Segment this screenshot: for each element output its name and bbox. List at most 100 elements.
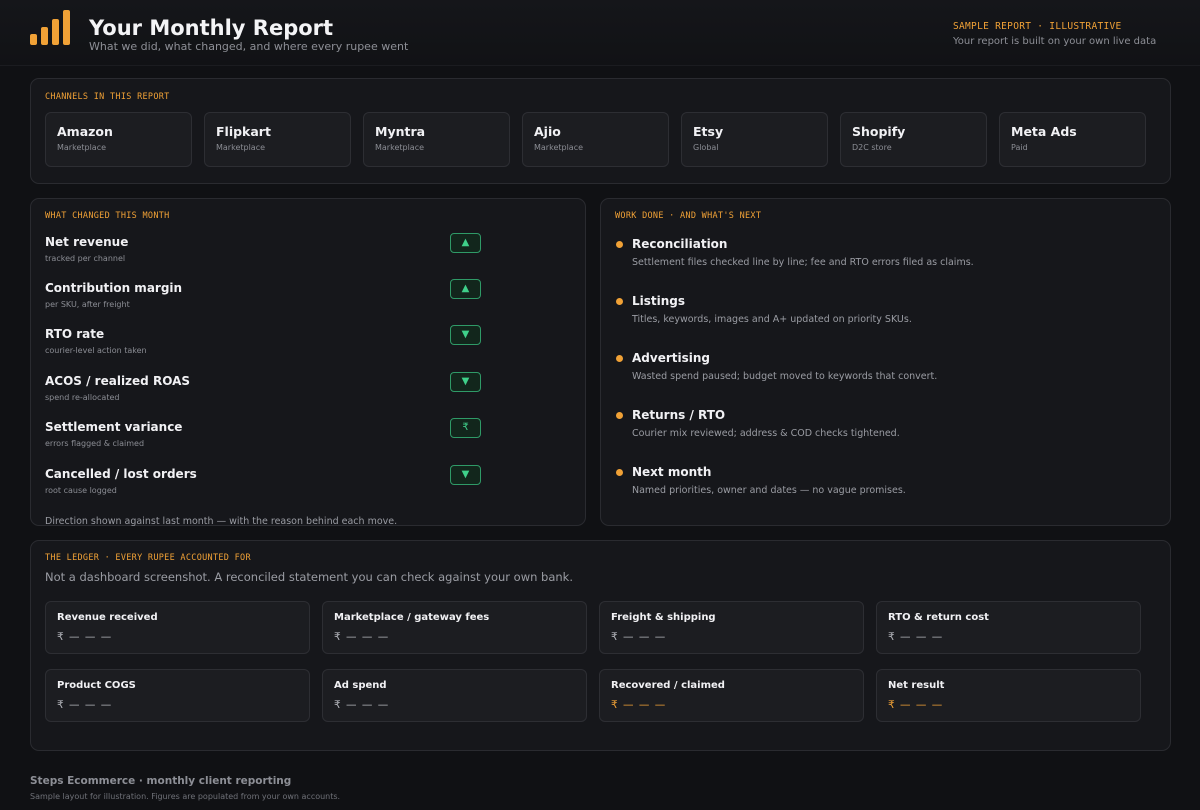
work-description: Settlement files checked line by line; f… [632, 257, 974, 268]
sample-report-note: Your report is built on your own live da… [953, 36, 1157, 47]
changes-panel: WHAT CHANGED THIS MONTH Net revenue trac… [30, 198, 586, 527]
change-item-contribution-margin: Contribution margin per SKU, after freig… [45, 279, 485, 317]
ledger-card-fees: Marketplace / gateway fees ₹ — — — [322, 601, 587, 654]
ledger-card-rto-return-cost: RTO & return cost ₹ — — — [876, 601, 1141, 654]
channel-type: Marketplace [375, 143, 425, 152]
ledger-label: Revenue received [57, 612, 158, 623]
channel-type: Marketplace [57, 143, 107, 152]
change-note: per SKU, after freight [45, 300, 130, 309]
work-item-reconciliation: Reconciliation Settlement files checked … [615, 237, 1155, 277]
arrow-up-icon: ▲ [450, 279, 481, 299]
ledger-label: RTO & return cost [888, 612, 989, 623]
ledger-heading: THE LEDGER · EVERY RUPEE ACCOUNTED FOR [45, 553, 251, 563]
ledger-grid: Revenue received ₹ — — — Marketplace / g… [45, 601, 1141, 722]
ledger-label: Marketplace / gateway fees [334, 612, 490, 623]
change-item-acos-roas: ACOS / realized ROAS spend re-allocated … [45, 372, 485, 410]
work-label: Listings [632, 294, 686, 308]
ledger-value: ₹ — — — [57, 631, 113, 643]
ledger-label: Recovered / claimed [611, 680, 725, 691]
sample-report-tag: SAMPLE REPORT · ILLUSTRATIVE [953, 21, 1122, 32]
bar-chart-icon [30, 9, 74, 45]
work-item-next-month: Next month Named priorities, owner and d… [615, 465, 1155, 505]
channel-type: Marketplace [534, 143, 584, 152]
changes-heading: WHAT CHANGED THIS MONTH [45, 211, 170, 221]
ledger-label: Net result [888, 680, 945, 691]
bullet-dot-icon [616, 241, 623, 248]
channel-card-ajio: Ajio Marketplace [522, 112, 669, 167]
channel-list: Amazon Marketplace Flipkart Marketplace … [45, 112, 1146, 167]
ledger-card-revenue-received: Revenue received ₹ — — — [45, 601, 310, 654]
channel-name: Shopify [852, 124, 906, 139]
change-label: Cancelled / lost orders [45, 467, 197, 481]
ledger-value: ₹ — — — [611, 631, 667, 643]
change-item-rto-rate: RTO rate courier-level action taken ▼ [45, 325, 485, 363]
ledger-value: ₹ — — — [334, 699, 390, 711]
change-label: Contribution margin [45, 281, 183, 295]
bullet-dot-icon [616, 469, 623, 476]
change-note: errors flagged & claimed [45, 439, 145, 448]
work-item-advertising: Advertising Wasted spend paused; budget … [615, 351, 1155, 391]
ledger-card-recovered-claimed: Recovered / claimed ₹ — — — [599, 669, 864, 722]
footer-note: Sample layout for illustration. Figures … [30, 792, 341, 801]
footer-brand: Steps Ecommerce · monthly client reporti… [30, 775, 292, 787]
change-note: courier-level action taken [45, 346, 147, 355]
channel-card-etsy: Etsy Global [681, 112, 828, 167]
report-header: Your Monthly Report What we did, what ch… [0, 0, 1200, 66]
ledger-value: ₹ — — — [888, 631, 944, 643]
change-item-settlement-variance: Settlement variance errors flagged & cla… [45, 418, 485, 456]
channel-name: Meta Ads [1011, 124, 1077, 139]
channels-heading: CHANNELS IN THIS REPORT [45, 92, 170, 102]
work-item-listings: Listings Titles, keywords, images and A+… [615, 294, 1155, 334]
page-subtitle: What we did, what changed, and where eve… [89, 40, 409, 53]
channel-name: Amazon [57, 124, 113, 139]
change-label: ACOS / realized ROAS [45, 374, 190, 388]
work-label: Returns / RTO [632, 408, 726, 422]
work-label: Advertising [632, 351, 710, 365]
ledger-label: Product COGS [57, 680, 136, 691]
work-item-returns-rto: Returns / RTO Courier mix reviewed; addr… [615, 408, 1155, 448]
ledger-value: ₹ — — — [611, 699, 667, 711]
work-label: Reconciliation [632, 237, 728, 251]
channel-type: Paid [1011, 143, 1028, 152]
channel-type: Marketplace [216, 143, 266, 152]
channel-type: D2C store [852, 143, 892, 152]
bullet-dot-icon [616, 298, 623, 305]
ledger-label: Ad spend [334, 680, 387, 691]
change-label: Settlement variance [45, 420, 183, 434]
work-description: Wasted spend paused; budget moved to key… [632, 371, 938, 382]
channel-name: Etsy [693, 124, 724, 139]
channel-name: Flipkart [216, 124, 271, 139]
ledger-card-net-result: Net result ₹ — — — [876, 669, 1141, 722]
channel-card-meta-ads: Meta Ads Paid [999, 112, 1146, 167]
channel-card-flipkart: Flipkart Marketplace [204, 112, 351, 167]
change-item-cancelled-orders: Cancelled / lost orders root cause logge… [45, 465, 485, 503]
channel-name: Ajio [534, 124, 561, 139]
ledger-value: ₹ — — — [334, 631, 390, 643]
arrow-down-icon: ▼ [450, 325, 481, 345]
channel-card-shopify: Shopify D2C store [840, 112, 987, 167]
ledger-card-ad-spend: Ad spend ₹ — — — [322, 669, 587, 722]
channels-panel: CHANNELS IN THIS REPORT Amazon Marketpla… [30, 78, 1171, 184]
rupee-icon: ₹ [450, 418, 481, 438]
channel-type: Global [693, 143, 719, 152]
work-panel: WORK DONE · AND WHAT'S NEXT Reconciliati… [600, 198, 1171, 526]
ledger-panel: THE LEDGER · EVERY RUPEE ACCOUNTED FOR N… [30, 540, 1171, 751]
work-description: Named priorities, owner and dates — no v… [632, 485, 906, 496]
ledger-card-product-cogs: Product COGS ₹ — — — [45, 669, 310, 722]
work-label: Next month [632, 465, 712, 479]
changes-footnote: Direction shown against last month — wit… [45, 516, 398, 527]
arrow-down-icon: ▼ [450, 465, 481, 485]
ledger-description: Not a dashboard screenshot. A reconciled… [45, 570, 573, 584]
channel-card-amazon: Amazon Marketplace [45, 112, 192, 167]
work-description: Courier mix reviewed; address & COD chec… [632, 428, 900, 439]
change-label: RTO rate [45, 327, 105, 341]
change-note: spend re-allocated [45, 393, 120, 402]
change-item-net-revenue: Net revenue tracked per channel ▲ [45, 233, 485, 271]
bullet-dot-icon [616, 355, 623, 362]
bullet-dot-icon [616, 412, 623, 419]
work-description: Titles, keywords, images and A+ updated … [632, 314, 912, 325]
change-note: root cause logged [45, 486, 117, 495]
change-note: tracked per channel [45, 254, 126, 263]
channel-name: Myntra [375, 124, 426, 139]
ledger-value: ₹ — — — [888, 699, 944, 711]
